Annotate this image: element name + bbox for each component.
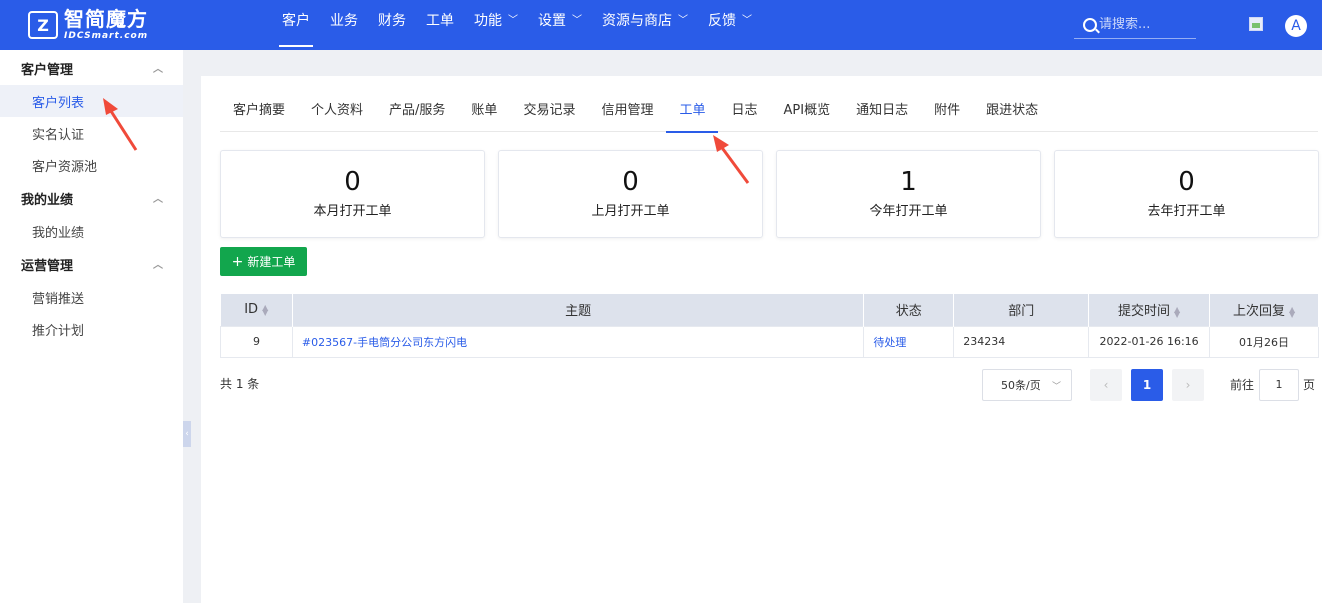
nav-item-settings[interactable]: 设置 ﹀ xyxy=(538,0,582,50)
next-page-button[interactable]: › xyxy=(1172,369,1204,401)
tab-follow-up[interactable]: 跟进状态 xyxy=(973,96,1051,132)
stat-label: 今年打开工单 xyxy=(869,204,948,219)
sidebar-group-customer-management[interactable]: 客户管理 ︿ xyxy=(0,51,183,85)
nav-item-tickets[interactable]: 工单 xyxy=(426,0,454,50)
stat-card-this-year: 1 今年打开工单 xyxy=(776,150,1041,238)
sidebar-group-operations[interactable]: 运营管理 ︿ xyxy=(0,247,183,281)
annotation-arrow-tab xyxy=(713,135,750,184)
tab-tickets[interactable]: 工单 xyxy=(666,96,719,133)
goto-unit-label: 页 xyxy=(1303,378,1316,392)
stat-card-last-year: 0 去年打开工单 xyxy=(1054,150,1319,238)
col-header-department: 部门 xyxy=(953,294,1090,326)
plus-icon: + xyxy=(231,253,244,270)
annotation-arrow-sidebar xyxy=(103,98,138,151)
brand-name-en: IDCSmart.com xyxy=(64,31,149,41)
sidebar: 客户管理 ︿ 客户列表 实名认证 客户资源池 我的业绩 ︿ 我的业绩 运营管理 … xyxy=(0,50,183,603)
new-ticket-button[interactable]: + 新建工单 xyxy=(220,247,307,276)
col-header-submitted[interactable]: 提交时间 ▲ ▼ xyxy=(1088,294,1211,326)
chevron-down-icon: ﹀ xyxy=(678,15,688,26)
sidebar-item-customer-list[interactable]: 客户列表 xyxy=(0,85,183,117)
nav-item-functions[interactable]: 功能 ﹀ xyxy=(474,0,518,50)
chevron-up-icon: ︿ xyxy=(153,64,163,75)
table-row[interactable]: 9 #023567-手电筒分公司东方闪电 待处理 234234 2022-01-… xyxy=(220,325,1319,358)
search-input[interactable] xyxy=(1099,17,1194,32)
col-header-subject: 主题 xyxy=(292,294,865,326)
chevron-down-icon: ﹀ xyxy=(1051,382,1061,392)
cell-id: 9 xyxy=(220,325,293,358)
stat-label: 去年打开工单 xyxy=(1147,204,1226,219)
tab-api-overview[interactable]: API概览 xyxy=(771,96,844,132)
sort-icon[interactable]: ▲ ▼ xyxy=(1289,305,1295,318)
sidebar-item-my-performance[interactable]: 我的业绩 xyxy=(0,215,183,247)
status-link[interactable]: 待处理 xyxy=(873,336,906,349)
goto-page-input[interactable]: 1 xyxy=(1259,369,1299,401)
main-panel: 客户摘要 个人资料 产品/服务 账单 交易记录 信用管理 工单 日志 API概览… xyxy=(201,76,1322,603)
cell-last-reply: 01月26日 xyxy=(1209,325,1319,358)
tickets-table: ID ▲ ▼ 主题 状态 部门 提交时间 ▲ ▼ 上次回复 ▲ ▼ 9 #023567-手电… xyxy=(220,294,1319,358)
sort-icon[interactable]: ▲ ▼ xyxy=(262,303,268,316)
chevron-down-icon: ﹀ xyxy=(572,15,582,26)
user-avatar[interactable]: A xyxy=(1285,15,1307,37)
col-header-last-reply[interactable]: 上次回复 ▲ ▼ xyxy=(1209,294,1319,326)
sidebar-item-marketing-push[interactable]: 营销推送 xyxy=(0,281,183,313)
brand-logo[interactable]: Z 智简魔方 IDCSmart.com xyxy=(28,9,148,41)
sidebar-item-referral-plan[interactable]: 推介计划 xyxy=(0,313,183,345)
customer-tabs: 客户摘要 个人资料 产品/服务 账单 交易记录 信用管理 工单 日志 API概览… xyxy=(220,96,1318,133)
col-header-id[interactable]: ID ▲ ▼ xyxy=(220,294,293,326)
main-nav: 客户 业务 财务 工单 功能 ﹀ 设置 ﹀ 资源与商店 ﹀ 反馈 ﹀ xyxy=(279,0,772,50)
nav-item-customers[interactable]: 客户 xyxy=(279,0,313,50)
tab-profile[interactable]: 个人资料 xyxy=(298,96,376,132)
cell-submitted: 2022-01-26 16:16 xyxy=(1088,325,1211,358)
global-search xyxy=(1074,11,1196,39)
stat-label: 上月打开工单 xyxy=(591,204,670,219)
cell-status: 待处理 xyxy=(863,325,955,358)
nav-item-feedback[interactable]: 反馈 ﹀ xyxy=(708,0,752,50)
goto-label: 前往 xyxy=(1230,378,1255,392)
chevron-up-icon: ︿ xyxy=(153,260,163,271)
broken-image-icon[interactable] xyxy=(1249,17,1263,31)
tab-invoices[interactable]: 账单 xyxy=(458,96,510,132)
total-count: 共 1 条 xyxy=(220,377,260,391)
sidebar-group-my-performance[interactable]: 我的业绩 ︿ xyxy=(0,181,183,215)
nav-item-business[interactable]: 业务 xyxy=(330,0,358,50)
table-header-row: ID ▲ ▼ 主题 状态 部门 提交时间 ▲ ▼ 上次回复 ▲ ▼ xyxy=(220,294,1319,326)
ticket-subject-link[interactable]: #023567-手电筒分公司东方闪电 xyxy=(302,336,467,349)
ticket-stats: 0 本月打开工单 0 上月打开工单 1 今年打开工单 0 去年打开工单 xyxy=(220,150,1319,238)
chevron-down-icon: ﹀ xyxy=(508,15,518,26)
cell-department: 234234 xyxy=(953,325,1090,358)
sidebar-item-customer-pool[interactable]: 客户资源池 xyxy=(0,149,183,181)
chevron-up-icon: ︿ xyxy=(153,194,163,205)
page-number-button[interactable]: 1 xyxy=(1131,369,1163,401)
stat-card-this-month: 0 本月打开工单 xyxy=(220,150,485,238)
stat-value: 1 xyxy=(900,167,917,197)
sort-icon[interactable]: ▲ ▼ xyxy=(1174,305,1180,318)
search-icon[interactable] xyxy=(1083,17,1097,32)
stat-label: 本月打开工单 xyxy=(313,204,392,219)
brand-name-cn: 智简魔方 xyxy=(64,7,148,31)
chevron-down-icon: ﹀ xyxy=(742,15,752,26)
logo-mark-icon: Z xyxy=(28,11,58,39)
tab-transactions[interactable]: 交易记录 xyxy=(510,96,588,132)
sidebar-item-real-name-auth[interactable]: 实名认证 xyxy=(0,117,183,149)
stat-value: 0 xyxy=(1178,167,1195,197)
stat-value: 0 xyxy=(344,167,361,197)
tab-customer-summary[interactable]: 客户摘要 xyxy=(220,96,298,132)
cell-subject: #023567-手电筒分公司东方闪电 xyxy=(291,325,865,358)
tab-products-services[interactable]: 产品/服务 xyxy=(376,96,458,132)
page-size-select[interactable]: 50条/页 ﹀ xyxy=(982,369,1072,401)
top-navbar: Z 智简魔方 IDCSmart.com 客户 业务 财务 工单 功能 ﹀ 设置 ﹀ … xyxy=(0,0,1322,50)
prev-page-button[interactable]: ‹ xyxy=(1090,369,1122,401)
tab-notification-logs[interactable]: 通知日志 xyxy=(843,96,921,132)
tab-credit[interactable]: 信用管理 xyxy=(588,96,666,132)
tab-attachments[interactable]: 附件 xyxy=(921,96,973,132)
nav-item-finance[interactable]: 财务 xyxy=(378,0,406,50)
collapse-sidebar-icon[interactable]: ‹ xyxy=(183,421,191,447)
tab-logs[interactable]: 日志 xyxy=(718,96,770,132)
col-header-status: 状态 xyxy=(863,294,955,326)
nav-item-resources-store[interactable]: 资源与商店 ﹀ xyxy=(602,0,688,50)
